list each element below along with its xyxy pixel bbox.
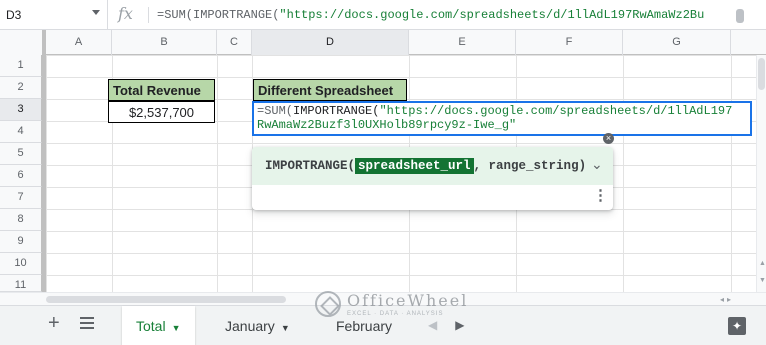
editor-string-2: RwAmaWz2Buzf3l0UXHolb89rpcy9z-Iwe_g" <box>257 118 517 132</box>
caret-down-icon[interactable] <box>92 10 100 15</box>
tab-label: January <box>225 318 275 334</box>
row-header[interactable]: 1 <box>0 55 42 77</box>
formula-scroll-handle[interactable] <box>736 9 744 23</box>
function-signature: IMPORTRANGE(spreadsheet_url, range_strin… <box>265 158 587 174</box>
column-header-a[interactable]: A <box>46 30 112 55</box>
tab-dropdown-icon[interactable]: ▼ <box>281 323 290 333</box>
editor-line-1: =SUM(IMPORTRANGE("https://docs.google.co… <box>257 104 747 118</box>
grid-line <box>623 55 624 292</box>
column-header-c[interactable]: C <box>217 30 252 55</box>
cell-b3-value[interactable]: $2,537,700 <box>108 101 215 123</box>
column-header-d[interactable]: D <box>252 30 409 55</box>
all-sheets-icon[interactable] <box>80 317 94 329</box>
chevron-down-icon[interactable]: ⌄ <box>591 156 603 173</box>
formula-bar: D3 fx =SUM(IMPORTRANGE("https://docs.goo… <box>0 0 766 30</box>
officewheel-logo-icon <box>315 291 341 317</box>
explore-icon[interactable]: ✦ <box>728 317 746 335</box>
watermark-tagline: EXCEL · DATA · ANALYSIS <box>347 311 444 317</box>
editor-string-1: "https://docs.google.com/spreadsheets/d/… <box>379 104 733 118</box>
scroll-down-icon[interactable]: ▼ <box>759 277 766 284</box>
more-vert-icon[interactable]: ⋮ <box>593 188 608 203</box>
grid-line <box>731 55 732 292</box>
row-header[interactable]: 7 <box>0 187 42 209</box>
tab-january[interactable]: January ▼ <box>211 306 304 345</box>
fx-icon: fx <box>118 4 133 23</box>
select-all-corner[interactable] <box>0 30 46 55</box>
tab-scroll-arrows[interactable]: ◀▶ <box>428 318 482 332</box>
row-header[interactable]: 5 <box>0 143 42 165</box>
column-header-f[interactable]: F <box>516 30 623 55</box>
row-header[interactable]: 6 <box>0 165 42 187</box>
row-header-active[interactable]: 3 <box>0 99 42 121</box>
formula-fn: =SUM(IMPORTRANGE( <box>157 8 280 22</box>
signature-rest: , range_string) <box>473 159 587 173</box>
tooltip-header[interactable]: IMPORTRANGE(spreadsheet_url, range_strin… <box>252 147 613 185</box>
vertical-scroll-thumb[interactable] <box>758 58 765 90</box>
formula-separator <box>148 7 149 23</box>
vertical-scrollbar[interactable]: ▲ ▼ <box>756 55 766 292</box>
signature-active-arg: spreadsheet_url <box>355 158 474 174</box>
row-header[interactable]: 8 <box>0 209 42 231</box>
cell-d2-header[interactable]: Different Spreadsheet <box>253 79 407 101</box>
row-header[interactable]: 11 <box>0 275 42 292</box>
editor-line-2: RwAmaWz2Buzf3l0UXHolb89rpcy9z-Iwe_g" <box>257 118 747 132</box>
name-box-ref: D3 <box>6 8 22 22</box>
error-icon[interactable]: × <box>603 133 614 144</box>
row-header[interactable]: 4 <box>0 121 42 143</box>
tab-label: Total <box>136 318 166 334</box>
row-header[interactable]: 9 <box>0 231 42 253</box>
column-header-bar: A B C D E F G <box>0 30 766 55</box>
signature-fn: IMPORTRANGE( <box>265 159 356 173</box>
tab-dropdown-icon[interactable]: ▼ <box>172 323 181 333</box>
tab-label: February <box>336 318 393 334</box>
grid-line <box>217 55 218 292</box>
row-header[interactable]: 2 <box>0 77 42 99</box>
name-box[interactable]: D3 <box>0 0 108 30</box>
column-header-b[interactable]: B <box>112 30 217 55</box>
add-icon[interactable]: + <box>48 312 60 335</box>
tab-scroll-right-icon[interactable]: ▶ <box>455 318 482 332</box>
formula-string: "https://docs.google.com/spreadsheets/d/… <box>279 8 705 22</box>
cell-b2-header[interactable]: Total Revenue <box>108 79 215 101</box>
scroll-up-icon[interactable]: ▲ <box>759 260 766 267</box>
horizontal-scroll-thumb[interactable] <box>46 296 286 303</box>
row-header[interactable]: 10 <box>0 253 42 275</box>
tab-scroll-left-icon[interactable]: ◀ <box>428 318 455 332</box>
editor-fn: =SUM( <box>257 104 294 118</box>
watermark-name: OfficeWheel <box>347 291 469 310</box>
formula-help-tooltip: IMPORTRANGE(spreadsheet_url, range_strin… <box>252 147 613 210</box>
cell-editor-d3[interactable]: =SUM(IMPORTRANGE("https://docs.google.co… <box>252 101 752 136</box>
column-header-g[interactable]: G <box>623 30 731 55</box>
editor-fn-inner: IMPORTRANGE( <box>293 104 380 118</box>
tab-total[interactable]: Total ▼ <box>122 306 195 345</box>
formula-input[interactable]: =SUM(IMPORTRANGE("https://docs.google.co… <box>157 8 735 22</box>
column-header-e[interactable]: E <box>409 30 516 55</box>
